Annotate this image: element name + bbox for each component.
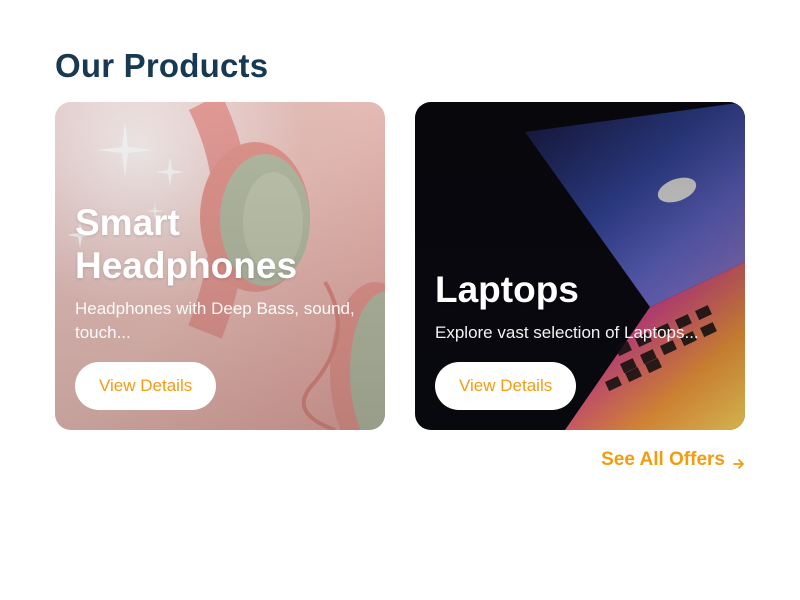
card-title-line-2: Headphones xyxy=(75,245,298,286)
view-details-button[interactable]: View Details xyxy=(75,362,217,410)
card-description: Explore vast selection of Laptops... xyxy=(435,323,699,342)
view-details-button[interactable]: View Details xyxy=(435,362,577,410)
card-description: Headphones with Deep Bass, sound, touch.… xyxy=(75,299,355,342)
product-card-headphones[interactable]: Smart Headphones Headphones with Deep Ba… xyxy=(55,102,385,430)
see-all-label: See All Offers xyxy=(601,449,725,470)
card-title: Laptops xyxy=(435,269,579,310)
card-title: Smart Headphones xyxy=(75,201,365,287)
card-body: Laptops Explore vast selection of Laptop… xyxy=(435,268,725,410)
arrow-right-icon xyxy=(733,454,745,469)
product-card-laptops[interactable]: Laptops Explore vast selection of Laptop… xyxy=(415,102,745,430)
section-title: Our Products xyxy=(55,47,269,84)
see-all-offers-link[interactable]: See All Offers xyxy=(601,449,745,471)
product-cards: Smart Headphones Headphones with Deep Ba… xyxy=(55,102,745,430)
card-body: Smart Headphones Headphones with Deep Ba… xyxy=(75,201,365,410)
card-title-line-1: Smart xyxy=(75,202,180,243)
